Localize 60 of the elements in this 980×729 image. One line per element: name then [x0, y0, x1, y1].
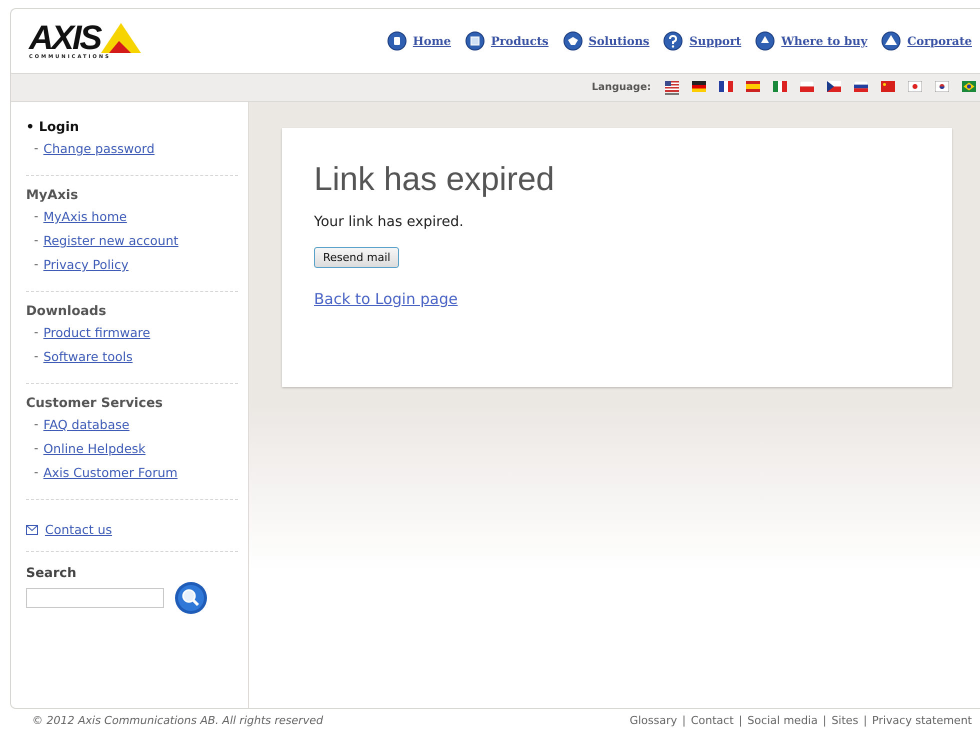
- footer-link[interactable]: Contact: [690, 714, 734, 727]
- support-icon: [663, 31, 684, 51]
- sidebar-link[interactable]: Register new account: [43, 233, 178, 248]
- flag-icon[interactable]: [854, 80, 868, 94]
- sidebar-link[interactable]: MyAxis home: [43, 209, 127, 224]
- section-heading[interactable]: Customer Services: [26, 396, 238, 411]
- logo-wordmark: AXIS: [29, 22, 100, 52]
- bullet-dash: -: [34, 349, 38, 364]
- flag-icon[interactable]: [719, 80, 733, 94]
- flag-icon[interactable]: [692, 80, 706, 94]
- nav-link[interactable]: Support: [663, 31, 742, 51]
- logo-triangle-icon: [101, 22, 142, 52]
- footer-link[interactable]: Social media: [747, 714, 818, 727]
- separator-text: |: [682, 714, 686, 727]
- language-label: Language:: [592, 82, 651, 93]
- search-icon: [174, 581, 208, 615]
- nav-link[interactable]: Where to buy: [755, 31, 868, 51]
- search-field[interactable]: [26, 588, 164, 608]
- contact-link[interactable]: Contact us: [45, 522, 112, 537]
- sidebar-link[interactable]: Change password: [43, 141, 155, 156]
- back-to-login-link[interactable]: Back to Login page: [314, 290, 920, 308]
- footer-link[interactable]: Glossary: [630, 714, 678, 727]
- separator-text: |: [822, 714, 826, 727]
- page-title: Link has expired: [314, 160, 556, 198]
- flag-icon[interactable]: [935, 80, 949, 94]
- footer-link[interactable]: Privacy statement: [872, 714, 972, 727]
- nav-link[interactable]: Home: [386, 31, 451, 51]
- bullet-dash: -: [34, 141, 38, 156]
- bullet-dash: -: [34, 257, 38, 272]
- section-heading[interactable]: Downloads: [26, 304, 238, 319]
- search-label: Search: [26, 566, 78, 581]
- section-heading[interactable]: MyAxis: [26, 188, 238, 203]
- sidebar-link[interactable]: Axis Customer Forum: [43, 465, 178, 480]
- sidebar-link[interactable]: Product firmware: [43, 325, 150, 340]
- flag-icon[interactable]: [827, 80, 841, 94]
- flag-icon[interactable]: [665, 80, 679, 94]
- search-button[interactable]: [174, 581, 208, 615]
- separator-text: |: [738, 714, 742, 727]
- nav-link[interactable]: Products: [464, 31, 549, 51]
- resend-mail-button[interactable]: Resend mail: [314, 247, 400, 268]
- nav-link[interactable]: Solutions: [562, 31, 650, 51]
- footer-link[interactable]: Sites: [831, 714, 858, 727]
- bullet-dash: -: [34, 209, 38, 224]
- sidebar-link[interactable]: Software tools: [43, 349, 133, 364]
- bullet-dash: -: [34, 465, 38, 480]
- products-icon: [464, 31, 485, 51]
- copyright-text: © 2012 Axis Communications AB. All rights reserved: [32, 714, 324, 727]
- bullet-dash: -: [34, 233, 38, 248]
- message-text: Your link has expired.: [314, 214, 465, 230]
- sidebar-link[interactable]: FAQ database: [43, 417, 130, 432]
- sidebar-link[interactable]: Online Helpdesk: [43, 441, 146, 456]
- bullet-dash: -: [34, 441, 38, 456]
- nav-link[interactable]: Corporate: [881, 31, 972, 51]
- envelope-icon: [26, 524, 38, 534]
- separator-text: |: [863, 714, 868, 727]
- bullet-dash: -: [34, 325, 38, 340]
- bullet-dash: -: [34, 417, 38, 432]
- flag-icon[interactable]: [962, 80, 976, 94]
- sidebar-link[interactable]: Privacy Policy: [43, 257, 129, 272]
- section-heading[interactable]: • Login: [26, 120, 238, 135]
